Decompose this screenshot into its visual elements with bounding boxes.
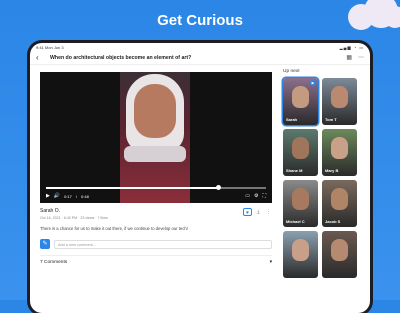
thumbnail-label: Mary B — [325, 168, 339, 173]
up-next-thumbnail[interactable] — [283, 231, 318, 278]
progress-knob[interactable] — [215, 185, 221, 190]
person-silhouette — [331, 239, 348, 261]
progress-fill — [46, 187, 218, 189]
like-count: 7 likes — [97, 216, 108, 220]
video-player[interactable]: ▶ 🔊 0:17 / 0:48 ▭ ⚙ ⛶ — [40, 72, 272, 203]
grid-view-icon[interactable]: ▦ — [346, 54, 352, 61]
play-icon[interactable]: ▶ — [46, 193, 50, 199]
up-next-thumbnail[interactable]: Mary B — [322, 129, 357, 176]
up-next-thumbnail[interactable] — [322, 231, 357, 278]
duration-time: 0:48 — [81, 193, 89, 199]
author-name[interactable]: Sarah O. — [40, 208, 243, 214]
post-description: There is a chance for us to make it out … — [40, 226, 188, 231]
up-next-heading: Up next — [283, 69, 300, 74]
status-icons: ▂▄▆ ◔ ▭ — [339, 44, 364, 50]
view-count: 23 views — [80, 216, 95, 220]
time-separator: / — [75, 193, 78, 199]
person-silhouette — [331, 188, 348, 210]
face-shape — [134, 84, 176, 138]
up-next-thumbnail[interactable]: ▶ Sarah — [283, 78, 318, 125]
status-bar: 9:41 Mon Jun 3 ▂▄▆ ◔ ▭ — [30, 43, 370, 51]
thumbnail-label: Tom T — [325, 117, 337, 122]
person-silhouette — [292, 239, 309, 261]
status-time: 9:41 Mon Jun 3 — [36, 44, 64, 50]
subtitles-icon[interactable]: ▭ — [245, 193, 250, 199]
video-progress-bar[interactable] — [46, 185, 266, 190]
collar-shape — [124, 146, 186, 162]
post-stats: Oct 16, 2021 · 6:40 PM · 23 views · 7 li… — [40, 216, 108, 220]
more-options-icon[interactable]: ⋯ — [358, 54, 364, 61]
up-next-thumbnail[interactable]: Shane M — [283, 129, 318, 176]
comment-icon: ✎ — [40, 239, 50, 249]
up-next-panel: Up next ▶ Sarah Tom T Shane M Mary B Michael … — [271, 65, 361, 313]
download-icon[interactable]: ⤓ — [255, 209, 262, 215]
up-next-thumbnail[interactable]: Michael C — [283, 180, 318, 227]
volume-icon[interactable]: 🔊 — [54, 193, 60, 199]
person-silhouette — [292, 86, 309, 108]
thumbnail-label: Sarah — [286, 117, 298, 122]
top-bar: ‹ When do architectural objects become a… — [30, 51, 370, 65]
video-frame — [120, 72, 190, 203]
like-heart-icon[interactable]: ♥ — [243, 208, 252, 216]
up-next-thumbnail[interactable]: Tom T — [322, 78, 357, 125]
fullscreen-icon[interactable]: ⛶ — [262, 193, 266, 199]
settings-icon[interactable]: ⚙ — [254, 193, 258, 199]
thumbnail-label: Jacob S — [325, 219, 341, 224]
post-date: Oct 16, 2021 · 6:40 PM — [40, 216, 78, 220]
page-title: When do architectural objects become an … — [50, 54, 192, 61]
person-silhouette — [292, 137, 309, 159]
thumbnail-label: Michael C — [286, 219, 305, 224]
comments-count: 7 Comments — [40, 260, 68, 265]
comment-row: ✎ Add a new comment... — [40, 239, 272, 249]
elapsed-time: 0:17 — [64, 193, 72, 199]
now-playing-icon: ▶ — [310, 80, 316, 86]
up-next-grid: ▶ Sarah Tom T Shane M Mary B Michael C Jacob S — [283, 78, 361, 278]
thumbnail-label: Shane M — [286, 168, 303, 173]
up-next-thumbnail[interactable]: Jacob S — [322, 180, 357, 227]
video-controls: ▶ 🔊 0:17 / 0:48 ▭ ⚙ ⛶ — [46, 192, 266, 200]
person-silhouette — [292, 188, 309, 210]
back-arrow-icon[interactable]: ‹ — [36, 53, 44, 62]
main-column: ▶ 🔊 0:17 / 0:48 ▭ ⚙ ⛶ Sarah O. Oct 16, 2… — [30, 65, 272, 313]
person-silhouette — [331, 137, 348, 159]
post-meta: Sarah O. Oct 16, 2021 · 6:40 PM · 23 vie… — [40, 208, 272, 220]
comment-input[interactable]: Add a new comment... — [54, 239, 272, 249]
person-silhouette — [331, 86, 348, 108]
comments-header[interactable]: 7 Comments ▾ — [40, 255, 272, 265]
tablet-frame: 9:41 Mon Jun 3 ▂▄▆ ◔ ▭ ‹ When do archite… — [30, 43, 370, 313]
cloud-decoration — [338, 0, 400, 32]
